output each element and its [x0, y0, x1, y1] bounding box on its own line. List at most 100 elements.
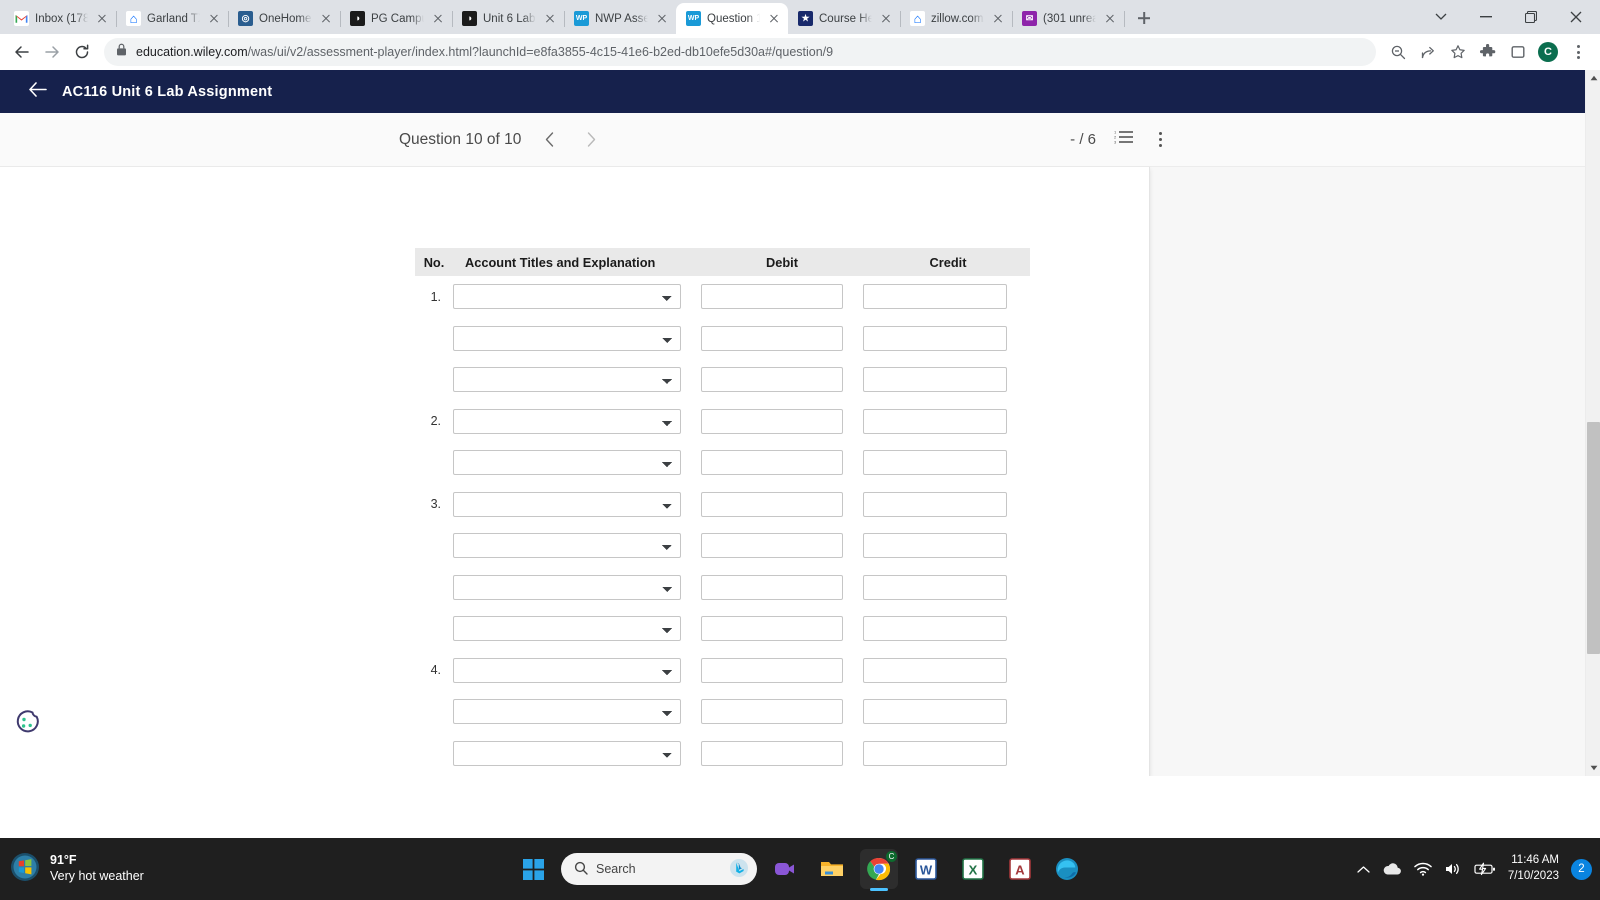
browser-tab[interactable]: ◎ OneHome™: [228, 3, 341, 34]
zoom-out-icon[interactable]: [1384, 38, 1412, 66]
back-arrow-icon[interactable]: [28, 81, 47, 102]
sidebar-icon[interactable]: [1504, 38, 1532, 66]
account-title-select[interactable]: [453, 533, 681, 559]
start-button[interactable]: [514, 849, 552, 889]
close-icon[interactable]: [542, 11, 558, 27]
account-title-select[interactable]: [453, 491, 681, 517]
debit-input[interactable]: [701, 367, 843, 393]
next-question-button[interactable]: [577, 126, 605, 154]
onedrive-icon[interactable]: [1382, 862, 1402, 876]
credit-input[interactable]: [863, 408, 1007, 434]
close-icon[interactable]: [430, 11, 446, 27]
credit-input[interactable]: [863, 699, 1007, 725]
close-icon[interactable]: [94, 11, 110, 27]
close-icon[interactable]: [318, 11, 334, 27]
debit-input[interactable]: [701, 408, 843, 434]
chrome-menu-icon[interactable]: [1564, 38, 1592, 66]
account-title-select[interactable]: [453, 284, 681, 310]
account-title-select[interactable]: [453, 450, 681, 476]
clock[interactable]: 11:46 AM 7/10/2023: [1508, 853, 1559, 884]
debit-input[interactable]: [701, 740, 843, 766]
debit-input[interactable]: [701, 284, 843, 310]
credit-input[interactable]: [863, 367, 1007, 393]
minimize-icon[interactable]: [1463, 0, 1508, 34]
reload-icon[interactable]: [68, 38, 96, 66]
word-icon[interactable]: W: [907, 849, 945, 889]
close-icon[interactable]: [1102, 11, 1118, 27]
debit-input[interactable]: [701, 450, 843, 476]
browser-tab[interactable]: ◑ PG Campus: [340, 3, 453, 34]
account-title-select[interactable]: [453, 574, 681, 600]
credit-input[interactable]: [863, 657, 1007, 683]
chrome-taskbar-icon[interactable]: C: [860, 849, 898, 889]
extensions-icon[interactable]: [1474, 38, 1502, 66]
scroll-down-arrow[interactable]: [1586, 760, 1600, 776]
wifi-icon[interactable]: [1414, 862, 1432, 876]
scrollbar-thumb[interactable]: [1587, 422, 1600, 654]
weather-widget[interactable]: 91°F Very hot weather: [0, 852, 300, 887]
teams-icon[interactable]: [766, 849, 804, 889]
browser-tab[interactable]: ✉ (301 unread): [1012, 3, 1125, 34]
edge-icon[interactable]: [1048, 849, 1086, 889]
share-icon[interactable]: [1414, 38, 1442, 66]
excel-icon[interactable]: X: [954, 849, 992, 889]
account-title-select[interactable]: [453, 699, 681, 725]
account-title-select[interactable]: [453, 657, 681, 683]
credit-input[interactable]: [863, 616, 1007, 642]
battery-charging-icon[interactable]: [1474, 862, 1496, 876]
account-title-select[interactable]: [453, 325, 681, 351]
credit-input[interactable]: [863, 284, 1007, 310]
page-scrollbar[interactable]: [1585, 70, 1600, 776]
debit-input[interactable]: [701, 699, 843, 725]
account-title-select[interactable]: [453, 408, 681, 434]
volume-icon[interactable]: [1444, 862, 1462, 876]
debit-input[interactable]: [701, 533, 843, 559]
credit-input[interactable]: [863, 740, 1007, 766]
back-icon[interactable]: [8, 38, 36, 66]
close-icon[interactable]: [878, 11, 894, 27]
bookmark-star-icon[interactable]: [1444, 38, 1472, 66]
credit-input[interactable]: [863, 325, 1007, 351]
browser-tab[interactable]: ★ Course Hero: [788, 3, 901, 34]
show-hidden-icons-chevron[interactable]: [1357, 865, 1370, 874]
close-icon[interactable]: [990, 11, 1006, 27]
credit-input[interactable]: [863, 491, 1007, 517]
account-title-select[interactable]: [453, 367, 681, 393]
debit-input[interactable]: [701, 574, 843, 600]
previous-question-button[interactable]: [535, 126, 563, 154]
debit-input[interactable]: [701, 657, 843, 683]
tab-search-icon[interactable]: [1418, 0, 1463, 34]
account-title-select[interactable]: [453, 616, 681, 642]
browser-tab[interactable]: Inbox (178) -: [4, 3, 117, 34]
credit-input[interactable]: [863, 574, 1007, 600]
browser-tab[interactable]: ⌂ zillow.com/d: [900, 3, 1013, 34]
browser-tab-active[interactable]: WP Question 10: [676, 3, 788, 34]
overflow-menu-icon[interactable]: [1152, 132, 1168, 148]
cookie-consent-icon[interactable]: [10, 704, 44, 738]
profile-avatar[interactable]: C: [1534, 38, 1562, 66]
file-explorer-icon[interactable]: [813, 849, 851, 889]
scroll-up-arrow[interactable]: [1586, 70, 1600, 86]
credit-input[interactable]: [863, 450, 1007, 476]
close-icon[interactable]: [206, 11, 222, 27]
account-title-select[interactable]: [453, 740, 681, 766]
taskbar-search-box[interactable]: Search: [561, 853, 757, 885]
question-list-icon[interactable]: 1 2 3: [1114, 129, 1134, 150]
debit-input[interactable]: [701, 325, 843, 351]
browser-tab[interactable]: ⌂ Garland TX R: [116, 3, 229, 34]
close-icon[interactable]: [766, 11, 782, 27]
credit-input[interactable]: [863, 533, 1007, 559]
debit-input[interactable]: [701, 491, 843, 517]
browser-tab[interactable]: WP NWP Assess: [564, 3, 676, 34]
notification-badge[interactable]: 2: [1571, 858, 1592, 880]
close-icon[interactable]: [654, 11, 670, 27]
bing-chat-icon[interactable]: [729, 858, 749, 881]
close-window-icon[interactable]: [1553, 0, 1598, 34]
address-bar[interactable]: education.wiley.com/was/ui/v2/assessment…: [104, 38, 1376, 66]
maximize-icon[interactable]: [1508, 0, 1553, 34]
access-icon[interactable]: A: [1001, 849, 1039, 889]
forward-icon[interactable]: [38, 38, 66, 66]
browser-tab[interactable]: ◑ Unit 6 Lab A: [452, 3, 565, 34]
debit-input[interactable]: [701, 616, 843, 642]
new-tab-button[interactable]: [1130, 4, 1158, 32]
